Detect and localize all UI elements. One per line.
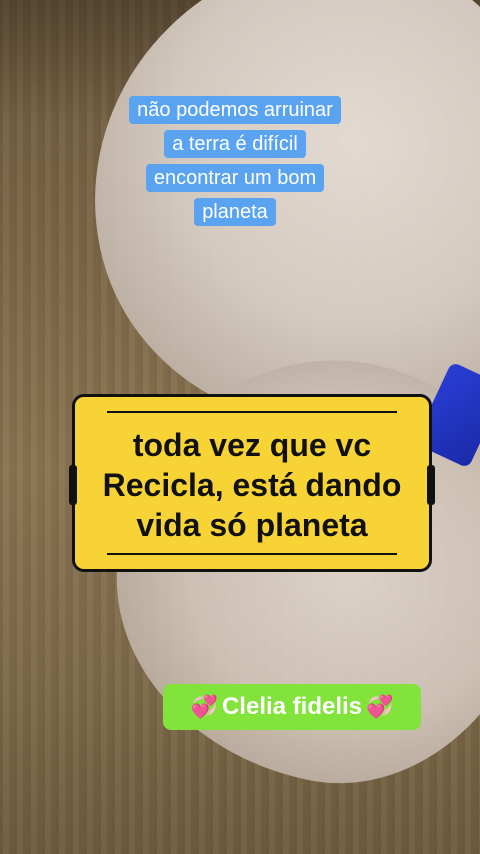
top-caption-line-4: planeta [194, 198, 276, 226]
right-notch [427, 465, 435, 505]
main-caption-text: toda vez que vc Recicla, está dando vida… [83, 425, 421, 545]
credit-name: Clelia fidelis [221, 693, 363, 720]
main-caption-line-1: toda vez que vc [132, 427, 372, 463]
top-caption-line-1: não podemos arruinar [129, 96, 341, 124]
left-notch [69, 465, 77, 505]
top-caption-line-2: a terra é difícil [164, 130, 306, 158]
bottom-divider [107, 553, 397, 555]
credit-badge: 💞 Clelia fidelis 💞 [163, 684, 421, 730]
top-divider [107, 411, 397, 413]
top-caption: não podemos arruinar a terra é difícil e… [105, 93, 365, 229]
top-caption-line-3: encontrar um bom [145, 164, 325, 192]
main-caption-line-3: vida só planeta [136, 507, 368, 543]
heart-icon: 💞 [190, 694, 218, 719]
main-caption-box: toda vez que vc Recicla, está dando vida… [69, 394, 435, 572]
heart-icon: 💞 [366, 694, 394, 719]
main-caption-line-2: Recicla, está dando [102, 467, 402, 503]
